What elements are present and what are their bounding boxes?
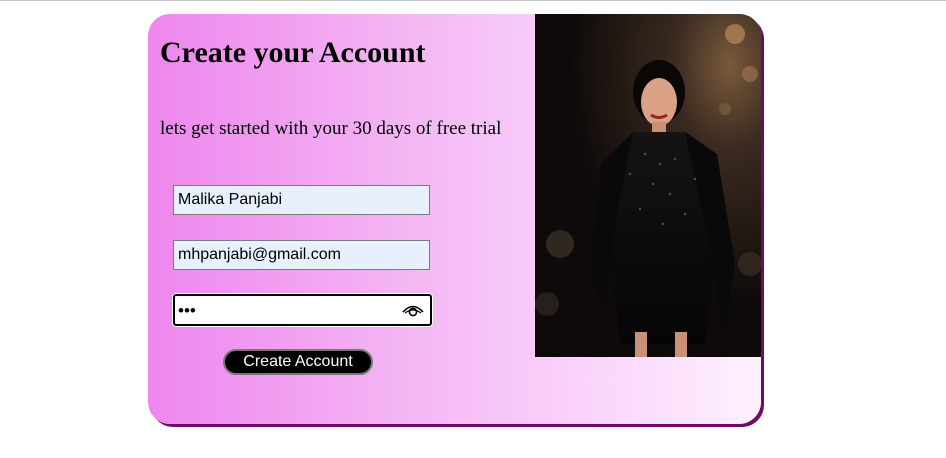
create-account-button[interactable]: Create Account bbox=[223, 349, 373, 375]
name-field[interactable] bbox=[173, 185, 430, 215]
page-title: Create your Account bbox=[160, 36, 426, 69]
eye-icon[interactable] bbox=[402, 302, 424, 318]
password-field[interactable]: ••• bbox=[173, 294, 432, 326]
page-top-divider bbox=[0, 0, 946, 1]
email-field[interactable] bbox=[173, 240, 430, 270]
signup-card: Create your Account lets get started wit… bbox=[148, 14, 761, 424]
model-photo bbox=[535, 14, 761, 357]
page-subtitle: lets get started with your 30 days of fr… bbox=[160, 118, 502, 139]
password-masked-value: ••• bbox=[178, 301, 196, 320]
